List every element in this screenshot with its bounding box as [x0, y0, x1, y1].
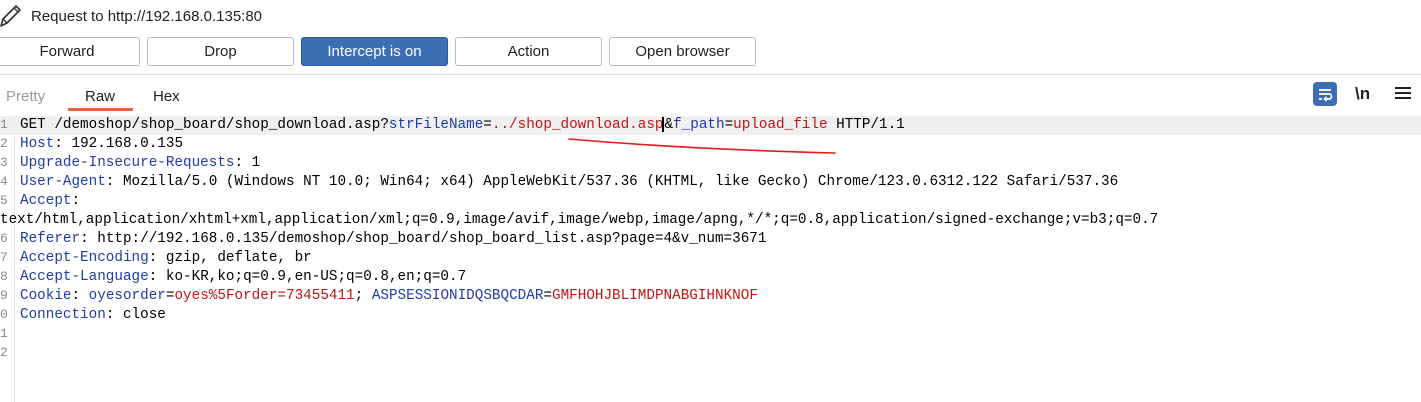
request-title: Request to http://192.168.0.135:80	[31, 8, 263, 25]
tab-pretty[interactable]: Pretty	[6, 88, 45, 105]
header-separator: :	[105, 174, 123, 190]
header-line: 2 Host: 192.168.0.135	[0, 135, 1421, 154]
drop-button[interactable]: Drop	[147, 37, 294, 66]
line-number: 2	[0, 345, 8, 360]
header-continuation-line: text/html,application/xhtml+xml,applicat…	[0, 211, 1421, 230]
param-separator: &	[664, 117, 674, 133]
active-tab-indicator	[68, 108, 133, 111]
open-browser-button[interactable]: Open browser	[609, 37, 756, 66]
line-number: 1	[0, 117, 8, 132]
line-number: 0	[0, 307, 8, 322]
line-number: 2	[0, 136, 8, 151]
param-name: f_path	[673, 117, 725, 133]
empty-line: 2	[0, 344, 1421, 363]
word-wrap-glyph	[1319, 89, 1333, 102]
header-separator: :	[234, 155, 252, 171]
header-value: close	[122, 307, 166, 323]
request-title-bar: Request to http://192.168.0.135:80	[0, 0, 1421, 34]
method-path: GET /demoshop/shop_board/shop_download.a…	[20, 117, 389, 133]
line-number: 3	[0, 155, 8, 170]
intercept-toggle-button[interactable]: Intercept is on	[301, 37, 448, 66]
header-value: 192.168.0.135	[71, 136, 184, 152]
toolbar-divider	[0, 74, 1421, 75]
cookie-value: oyes%5Forder=73455411	[174, 288, 355, 304]
header-value: Mozilla/5.0 (Windows NT 10.0; Win64; x64…	[122, 174, 1119, 190]
cookie-header-line: 9 Cookie: oyesorder = oyes%5Forder=7345541…	[0, 287, 1421, 306]
header-line: 0 Connection: close	[0, 306, 1421, 325]
header-separator: :	[71, 193, 81, 209]
tab-hex[interactable]: Hex	[153, 88, 180, 105]
cookie-separator: ;	[354, 288, 372, 304]
request-line: 1 GET /demoshop/shop_board/shop_download…	[0, 116, 1421, 135]
header-key: User-Agent	[20, 174, 106, 190]
header-line: 7 Accept-Encoding: gzip, deflate, br	[0, 249, 1421, 268]
header-line: 4 User-Agent: Mozilla/5.0 (Windows NT 10…	[0, 173, 1421, 192]
header-key: Accept	[20, 193, 72, 209]
header-line: 6 Referer: http://192.168.0.135/demoshop…	[0, 230, 1421, 249]
show-newlines-toggle[interactable]: \n	[1355, 84, 1370, 104]
header-key: Referer	[20, 231, 81, 247]
header-separator: :	[148, 269, 166, 285]
empty-line: 1	[0, 325, 1421, 344]
word-wrap-icon[interactable]	[1313, 82, 1337, 106]
line-number: 7	[0, 250, 8, 265]
header-value: ko-KR,ko;q=0.9,en-US;q=0.8,en;q=0.7	[165, 269, 467, 285]
pencil-icon	[0, 5, 21, 27]
param-name: strFileName	[388, 117, 484, 133]
message-view-tabs: Pretty Raw Hex	[0, 76, 1421, 112]
cookie-name: oyesorder	[88, 288, 166, 304]
line-number: 8	[0, 269, 8, 284]
param-value: ../shop_download.asp	[491, 117, 664, 133]
line-number: 6	[0, 231, 8, 246]
line-number: 9	[0, 288, 8, 303]
header-line: 8 Accept-Language: ko-KR,ko;q=0.9,en-US;…	[0, 268, 1421, 287]
intercept-toolbar: Forward Drop Intercept is on Action Open…	[0, 37, 1421, 68]
header-key: Host	[20, 136, 55, 152]
raw-request-editor[interactable]: 1 GET /demoshop/shop_board/shop_download…	[0, 116, 1421, 402]
header-value: http://192.168.0.135/demoshop/shop_board…	[97, 231, 767, 247]
header-separator: :	[148, 250, 166, 266]
http-protocol: HTTP/1.1	[827, 117, 905, 133]
param-equals: =	[483, 117, 492, 133]
line-number: 5	[0, 193, 8, 208]
header-key: Upgrade-Insecure-Requests	[20, 155, 235, 171]
header-value: 1	[251, 155, 261, 171]
header-key: Accept-Language	[20, 269, 149, 285]
header-value: text/html,application/xhtml+xml,applicat…	[0, 212, 1159, 228]
header-key: Accept-Encoding	[20, 250, 149, 266]
cookie-equals: =	[543, 288, 552, 304]
header-separator: :	[54, 136, 72, 152]
forward-button[interactable]: Forward	[0, 37, 140, 66]
cookie-name: ASPSESSIONIDQSBQCDAR	[371, 288, 544, 304]
tab-raw[interactable]: Raw	[85, 88, 115, 105]
cookie-value: GMFHOHJBLIMDPNABGIHNKNOF	[552, 288, 758, 304]
header-value: gzip, deflate, br	[165, 250, 312, 266]
param-value: upload_file	[733, 117, 828, 133]
action-button[interactable]: Action	[455, 37, 602, 66]
param-equals: =	[724, 117, 734, 133]
line-number: 4	[0, 174, 8, 189]
header-separator: :	[80, 231, 98, 247]
header-separator: :	[105, 307, 123, 323]
header-key: Cookie	[20, 288, 72, 304]
hamburger-menu-icon[interactable]	[1395, 84, 1411, 102]
header-line: 3 Upgrade-Insecure-Requests: 1	[0, 154, 1421, 173]
line-number: 1	[0, 326, 8, 341]
header-separator: :	[71, 288, 89, 304]
header-line: 5 Accept:	[0, 192, 1421, 211]
header-key: Connection	[20, 307, 106, 323]
